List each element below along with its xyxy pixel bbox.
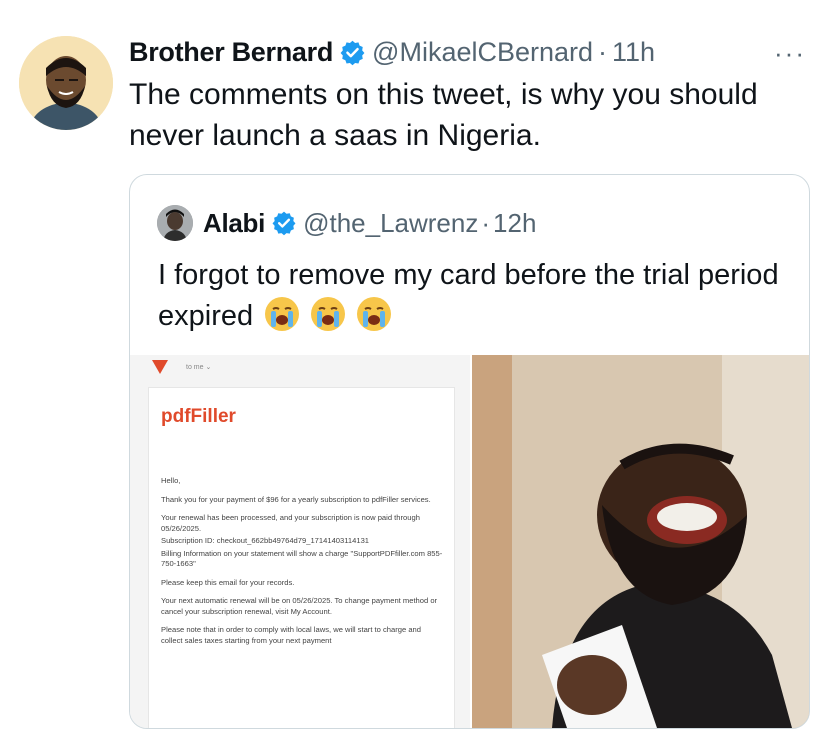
quoted-author-avatar[interactable] [157, 205, 193, 241]
quoted-tweet-header: Alabi @the_Lawrenz · 12h [157, 205, 536, 241]
quoted-tweet[interactable]: Alabi @the_Lawrenz · 12h I forgot to rem… [129, 174, 810, 729]
email-line: Hello, [161, 476, 181, 485]
author-handle[interactable]: @MikaelCBernard [372, 37, 593, 68]
email-line: Thank you for your payment of $96 for a … [161, 494, 431, 504]
verified-badge-icon [339, 39, 366, 66]
tweet-timestamp[interactable]: 11h [612, 37, 655, 68]
quoted-tweet-text: I forgot to remove my card before the tr… [158, 255, 798, 337]
quoted-author-handle[interactable]: @the_Lawrenz [303, 208, 478, 239]
separator-dot: · [481, 207, 491, 238]
author-avatar[interactable] [19, 36, 113, 130]
email-line: Please note that in order to comply with… [161, 625, 422, 645]
email-line: Subscription ID: checkout_662bb49764d79_… [161, 536, 370, 545]
loudly-crying-face-emoji [311, 297, 346, 331]
quoted-tweet-timestamp[interactable]: 12h [493, 208, 536, 239]
loudly-crying-face-emoji [357, 297, 392, 331]
verified-badge-icon [271, 210, 297, 236]
email-line: Your next automatic renewal will be on 0… [161, 596, 438, 616]
email-lines: Hello, Thank you for your payment of $96… [161, 476, 443, 654]
author-name[interactable]: Brother Bernard [129, 37, 333, 68]
pdffiller-logo-icon [152, 360, 168, 374]
crying-man-photo[interactable] [472, 355, 809, 728]
email-brand: pdfFiller [161, 406, 236, 427]
email-line: Please keep this email for your records. [161, 577, 295, 587]
more-icon[interactable]: ··· [774, 38, 806, 69]
email-recipient: to me ⌄ [186, 364, 212, 371]
tweet-header: Brother Bernard @MikaelCBernard · 11h [129, 32, 655, 72]
quoted-tweet-body: I forgot to remove my card before the tr… [158, 259, 779, 332]
email-screenshot-image[interactable]: to me ⌄ pdfFiller Hello, Thank you for y… [130, 355, 472, 728]
separator-dot: · [598, 36, 608, 67]
quoted-author-name[interactable]: Alabi [203, 208, 265, 239]
tweet-text: The comments on this tweet, is why you s… [129, 78, 758, 152]
loudly-crying-face-emoji [265, 297, 300, 331]
email-line: Billing Information on your statement wi… [161, 548, 443, 569]
email-body-card: pdfFiller Hello, Thank you for your paym… [148, 387, 455, 728]
email-line: Your renewal has been processed, and you… [161, 513, 420, 533]
quoted-tweet-media[interactable]: to me ⌄ pdfFiller Hello, Thank you for y… [130, 355, 809, 728]
